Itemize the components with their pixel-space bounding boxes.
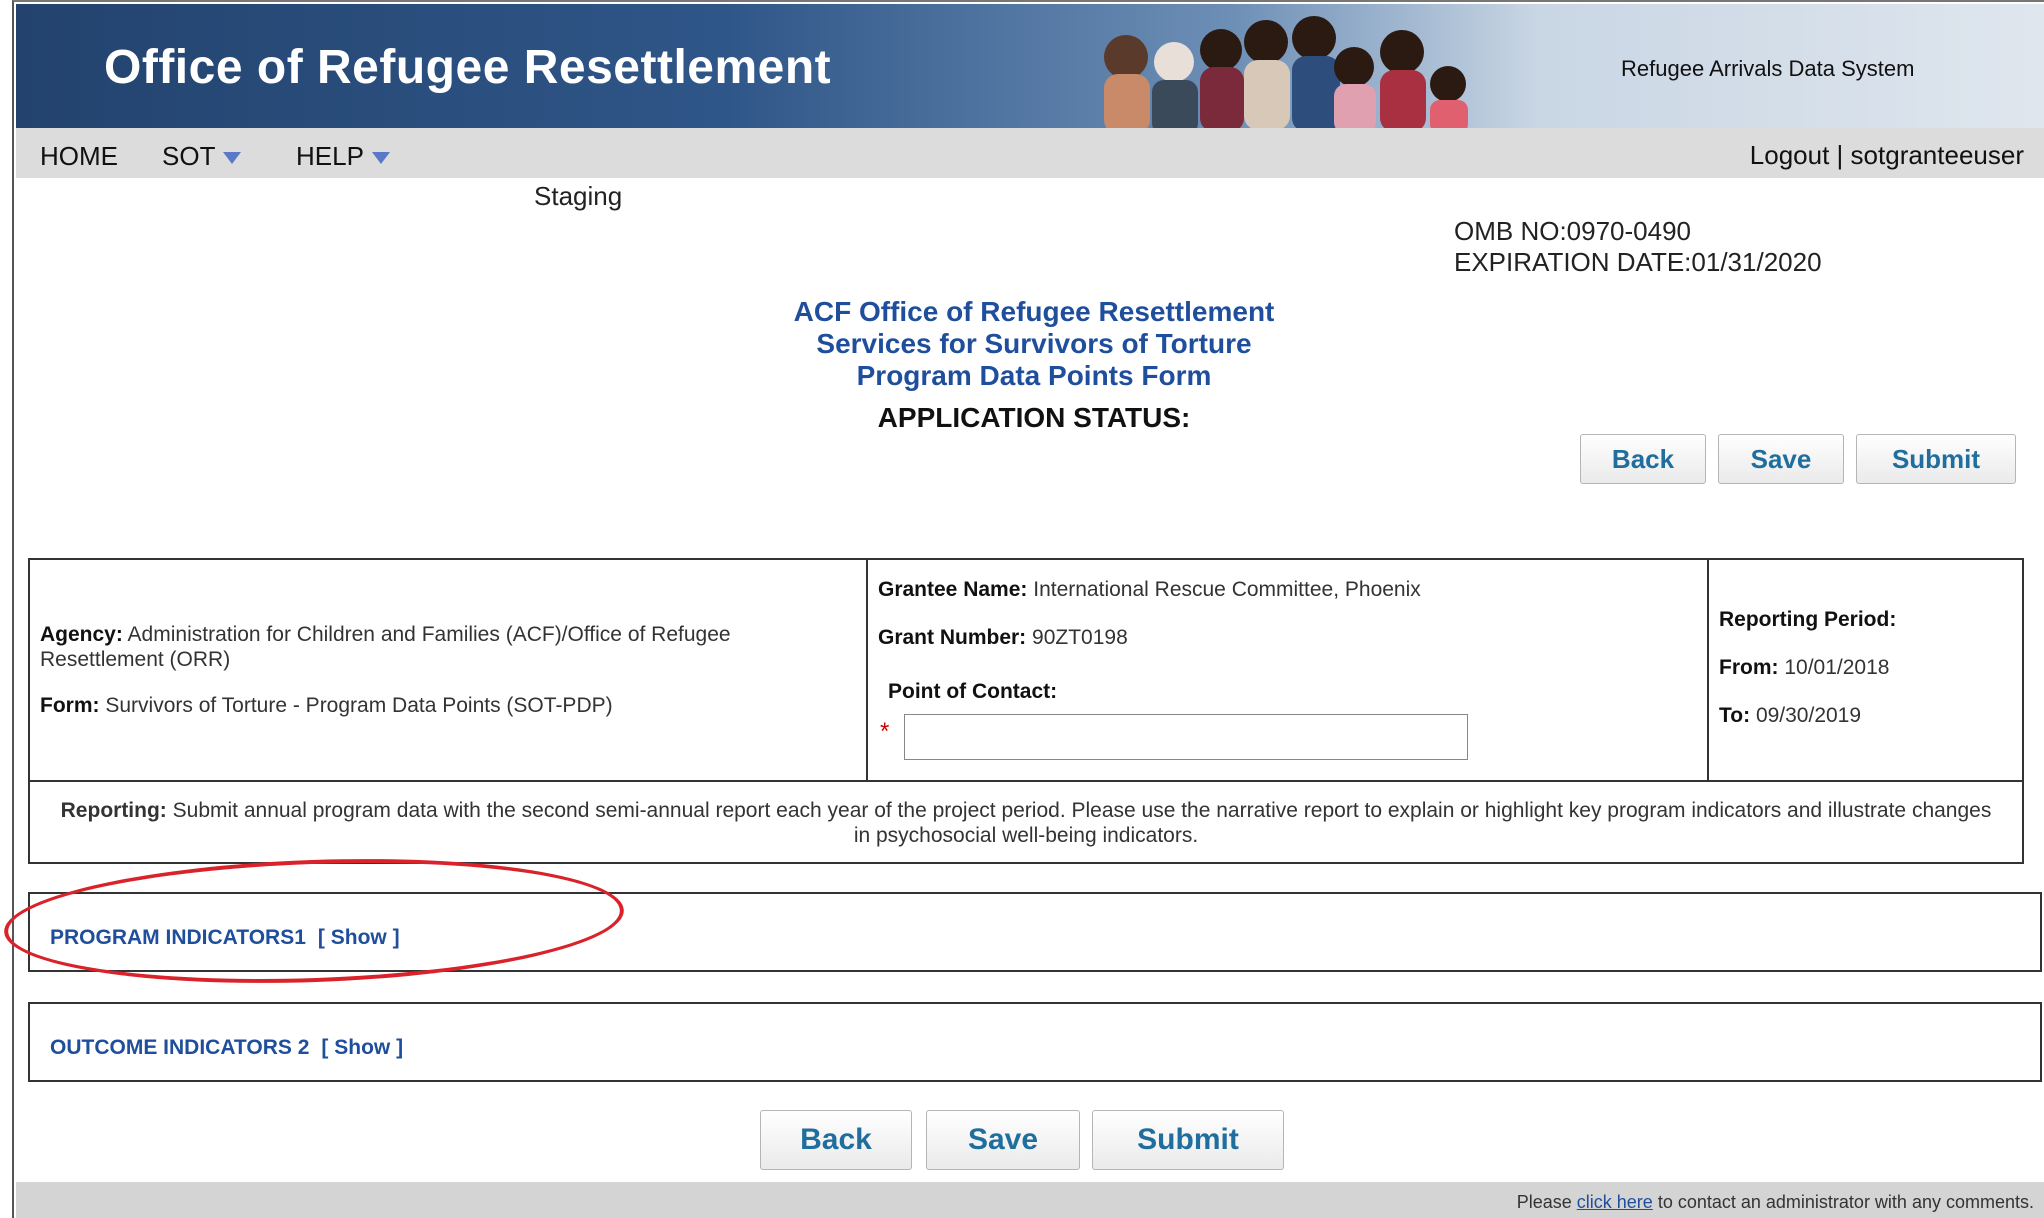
footer-bar: Please click here to contact an administ… (16, 1182, 2044, 1218)
outcome-indicators-header: OUTCOME INDICATORS 2 [ Show ] (50, 1036, 403, 1060)
nav-sot-menu[interactable]: SOT (162, 141, 242, 172)
header-banner: Office of Refugee Resettlement Refugee A… (16, 4, 2044, 128)
from-label: From: (1719, 656, 1779, 679)
outcome-indicators-show-toggle[interactable]: [ Show ] (321, 1036, 403, 1059)
page: Office of Refugee Resettlement Refugee A… (2, 0, 2044, 1218)
footer-message: Please click here to contact an administ… (1517, 1192, 2034, 1213)
outcome-indicators-label: OUTCOME INDICATORS 2 (50, 1036, 310, 1059)
environment-label: Staging (534, 181, 623, 211)
agency-line: Agency: Administration for Children and … (40, 622, 850, 672)
agency-value: Administration for Children and Families… (40, 623, 731, 671)
footer-prefix: Please (1516, 1192, 1572, 1212)
nav-home-label: HOME (40, 141, 118, 171)
poc-label-text: Point of Contact: (888, 680, 1058, 703)
from-line: From: 10/01/2018 (1719, 656, 1889, 680)
back-button-top[interactable]: Back (1580, 434, 1706, 484)
omb-info: OMB NO:0970-0490 EXPIRATION DATE:01/31/2… (1454, 216, 1822, 278)
to-line: To: 09/30/2019 (1719, 704, 1861, 728)
save-button-top[interactable]: Save (1718, 434, 1844, 484)
nav-home[interactable]: HOME (40, 141, 118, 172)
back-button-bottom[interactable]: Back (760, 1110, 912, 1170)
contact-admin-link[interactable]: click here (1577, 1192, 1653, 1212)
omb-number: OMB NO:0970-0490 (1454, 216, 1692, 246)
reporting-label: Reporting: (60, 799, 167, 822)
submit-button-bottom[interactable]: Submit (1092, 1110, 1284, 1170)
grant-number-label: Grant Number: (878, 626, 1027, 649)
nav-help-label: HELP (296, 141, 364, 171)
reporting-note: Reporting: Submit annual program data wi… (30, 780, 2022, 862)
nav-sot-label: SOT (162, 141, 216, 171)
form-value: Survivors of Torture - Program Data Poin… (105, 694, 613, 717)
app-title: Office of Refugee Resettlement (104, 41, 832, 94)
caret-down-icon (223, 152, 242, 165)
submit-button-top[interactable]: Submit (1856, 434, 2016, 484)
grant-info-table: Agency: Administration for Children and … (28, 558, 2024, 864)
form-title-line2: Services for Survivors of Torture (816, 328, 1252, 359)
form-title-line1: ACF Office of Refugee Resettlement (793, 296, 1275, 327)
omb-expiration: EXPIRATION DATE:01/31/2020 (1454, 247, 1822, 277)
reporting-value: Submit annual program data with the seco… (172, 799, 1992, 847)
to-label: To: (1719, 704, 1751, 727)
save-button-bottom[interactable]: Save (926, 1110, 1080, 1170)
from-value: 10/01/2018 (1784, 656, 1890, 679)
outcome-indicators-section: OUTCOME INDICATORS 2 [ Show ] (28, 1002, 2042, 1082)
nav-separator: | (1836, 140, 1844, 170)
grantee-cell: Grantee Name: International Rescue Commi… (868, 560, 1709, 780)
grantee-value: International Rescue Committee, Phoenix (1033, 578, 1421, 601)
nav-help-menu[interactable]: HELP (296, 141, 390, 172)
poc-label: Point of Contact: (888, 680, 1057, 704)
form-line: Form: Survivors of Torture - Program Dat… (40, 694, 613, 718)
user-area: Logout | sotgranteeuser (1750, 140, 2024, 171)
grantee-label: Grantee Name: (878, 578, 1028, 601)
agency-cell: Agency: Administration for Children and … (30, 560, 868, 780)
app-subtitle: Refugee Arrivals Data System (1621, 56, 1915, 81)
logout-link[interactable]: Logout (1750, 140, 1830, 170)
reporting-period-cell: Reporting Period: From: 10/01/2018 To: 0… (1709, 560, 2022, 780)
grant-number-line: Grant Number: 90ZT0198 (878, 626, 1128, 650)
to-value: 09/30/2019 (1755, 704, 1862, 727)
reporting-period-label-text: Reporting Period: (1719, 608, 1897, 631)
application-status: APPLICATION STATUS: (877, 402, 1191, 433)
username: sotgranteeuser (1850, 140, 2024, 170)
point-of-contact-input[interactable] (904, 714, 1468, 760)
grant-number-value: 90ZT0198 (1032, 626, 1128, 649)
family-photo (1104, 16, 1468, 128)
footer-suffix: to contact an administrator with any com… (1657, 1192, 2034, 1212)
form-label: Form: (40, 694, 100, 717)
form-title-line3: Program Data Points Form (856, 360, 1212, 391)
nav-bar: HOME SOT HELP Logout | sotgranteeuser (16, 128, 2044, 178)
required-asterisk: * (880, 718, 890, 745)
caret-down-icon (371, 152, 390, 165)
reporting-period-label: Reporting Period: (1719, 608, 1896, 632)
grantee-line: Grantee Name: International Rescue Commi… (878, 578, 1421, 602)
agency-label: Agency: (40, 623, 123, 646)
